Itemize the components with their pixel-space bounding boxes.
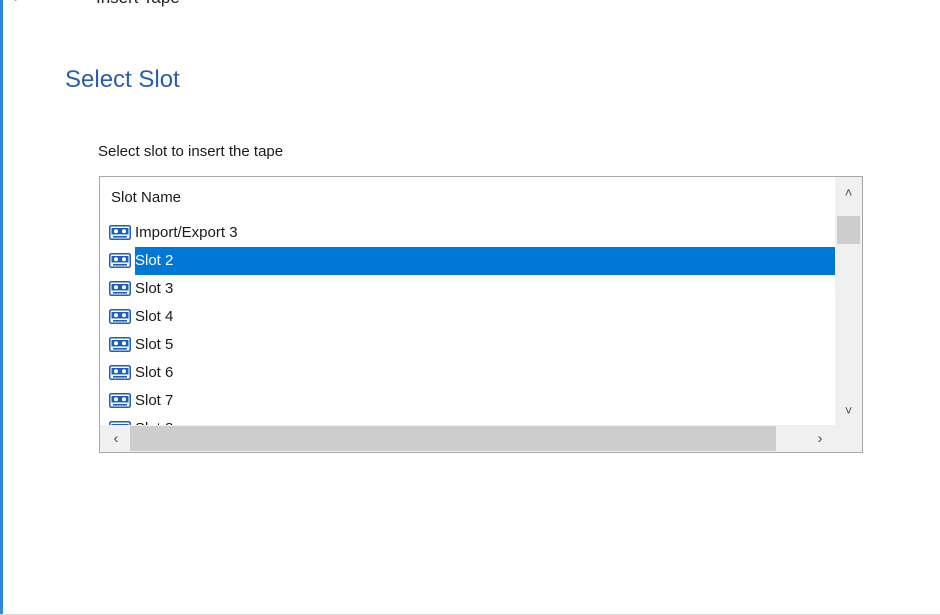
tape-icon <box>109 253 131 268</box>
slot-name-label: Slot 3 <box>135 280 174 297</box>
back-arrow-icon[interactable]: ‹ <box>12 0 28 6</box>
list-item[interactable]: Slot 7 <box>100 387 835 415</box>
vertical-scroll-thumb[interactable] <box>837 216 860 244</box>
horizontal-scrollbar[interactable]: ‹ › <box>100 425 835 452</box>
selection-highlight <box>135 247 835 275</box>
slot-name-label: Slot 8 <box>135 415 177 425</box>
tape-icon <box>109 337 131 352</box>
wizard-title: Insert Tape <box>96 0 180 8</box>
tape-icon <box>109 365 131 380</box>
slot-name-label: Import/Export 3 <box>135 224 238 241</box>
slot-name-label: Slot 7 <box>135 392 174 409</box>
vertical-scrollbar[interactable]: ˄ ˅ <box>835 177 862 425</box>
slot-name-label: Slot 2 <box>135 252 174 269</box>
list-item[interactable]: Slot 8 <box>100 415 835 425</box>
tape-icon <box>109 309 131 324</box>
slot-name-label: Slot 4 <box>135 308 174 325</box>
list-item[interactable]: Slot 3 <box>100 275 835 303</box>
horizontal-scroll-thumb[interactable] <box>130 426 776 451</box>
window-left-border <box>0 0 3 615</box>
scroll-right-icon[interactable]: › <box>808 425 832 452</box>
tape-icon <box>109 225 131 240</box>
list-item[interactable]: Slot 4 <box>100 303 835 331</box>
scroll-left-icon[interactable]: ‹ <box>104 425 128 452</box>
slot-listview[interactable]: Slot Name Import/Export 3 Slot 2 Slot 3 Slo… <box>99 176 863 453</box>
list-item[interactable]: Slot 5 <box>100 331 835 359</box>
scrollbar-corner <box>835 425 862 452</box>
scroll-up-icon[interactable]: ˄ <box>835 181 862 205</box>
list-item[interactable]: Slot 6 <box>100 359 835 387</box>
tape-icon <box>109 393 131 408</box>
list-item[interactable]: Import/Export 3 <box>100 219 835 247</box>
tape-icon <box>109 281 131 296</box>
slot-name-label: Slot 5 <box>135 336 174 353</box>
instruction-text: Select slot to insert the tape <box>98 143 284 160</box>
list-item[interactable]: Slot 2 <box>100 247 835 275</box>
column-header-slot-name[interactable]: Slot Name <box>111 189 181 206</box>
page-title: Select Slot <box>65 66 180 93</box>
scroll-down-icon[interactable]: ˅ <box>835 399 862 423</box>
slot-name-label: Slot 6 <box>135 364 174 381</box>
slot-rows: Import/Export 3 Slot 2 Slot 3 Slot 4 Slot 5 S… <box>100 219 835 425</box>
